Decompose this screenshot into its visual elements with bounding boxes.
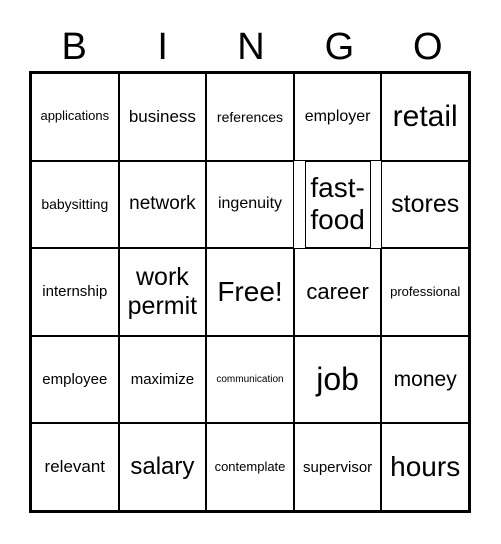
- bingo-cell[interactable]: relevant: [31, 423, 119, 511]
- header-letter: N: [237, 26, 265, 68]
- bingo-cell[interactable]: salary: [118, 423, 207, 511]
- bingo-cell[interactable]: work permit: [118, 248, 207, 336]
- bingo-cell[interactable]: references: [206, 73, 294, 161]
- bingo-cell[interactable]: hours: [381, 423, 469, 511]
- bingo-cell[interactable]: network: [118, 160, 207, 249]
- bingo-cell[interactable]: stores: [381, 160, 469, 249]
- bingo-cell[interactable]: maximize: [118, 335, 207, 424]
- bingo-cell[interactable]: ingenuity: [206, 160, 294, 249]
- bingo-cell[interactable]: employee: [31, 335, 119, 424]
- bingo-cell[interactable]: business: [118, 73, 207, 161]
- free-space[interactable]: Free!: [206, 248, 294, 336]
- bingo-cell[interactable]: babysitting: [31, 160, 119, 249]
- bingo-cell[interactable]: money: [381, 335, 469, 424]
- bingo-cell[interactable]: applications: [31, 73, 119, 161]
- bingo-cell[interactable]: professional: [381, 248, 469, 336]
- header-letter: B: [61, 26, 87, 68]
- header-letter: G: [324, 26, 355, 68]
- bingo-cell[interactable]: contemplate: [206, 423, 294, 511]
- bingo-cell[interactable]: communication: [206, 335, 294, 424]
- bingo-cell[interactable]: career: [293, 248, 382, 336]
- header-letter: I: [157, 26, 168, 68]
- bingo-cell[interactable]: job: [293, 335, 382, 424]
- bingo-cell[interactable]: supervisor: [293, 423, 382, 511]
- bingo-cell[interactable]: internship: [31, 248, 119, 336]
- header-letter: O: [413, 26, 443, 68]
- bingo-cell[interactable]: retail: [381, 73, 469, 161]
- bingo-cell[interactable]: employer: [293, 73, 382, 161]
- bingo-board: applications business references employer re…: [29, 71, 471, 513]
- bingo-header: BINGO: [30, 22, 472, 72]
- bingo-cell[interactable]: fast-food: [304, 160, 371, 249]
